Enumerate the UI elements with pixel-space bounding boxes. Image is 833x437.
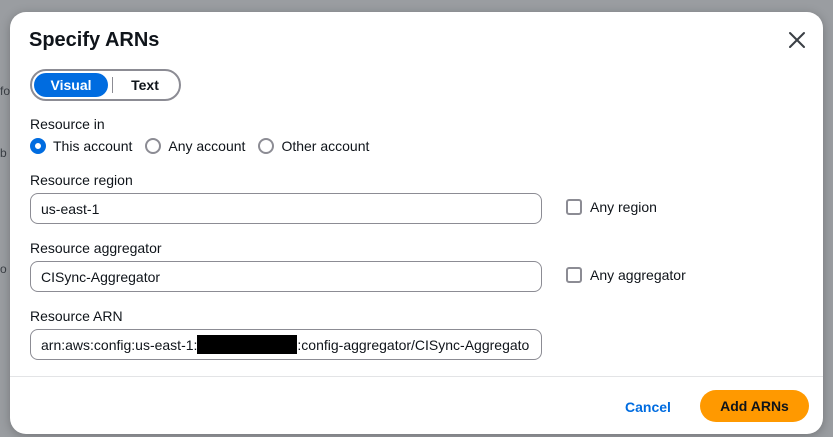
background-fragment: o bbox=[0, 262, 7, 276]
radio-button[interactable] bbox=[145, 138, 162, 154]
arn-suffix: :config-aggregator/CISync-Aggregato bbox=[297, 336, 530, 353]
resource-aggregator-label: Resource aggregator bbox=[30, 240, 162, 256]
specify-arns-dialog: Specify ARNs Visual Text Resource in Thi… bbox=[10, 12, 823, 434]
radio-label: Other account bbox=[281, 138, 370, 154]
dialog-title: Specify ARNs bbox=[29, 29, 160, 51]
cancel-button[interactable]: Cancel bbox=[616, 391, 680, 423]
resource-arn-input[interactable]: arn:aws:config:us-east-1: :config-aggrega… bbox=[30, 329, 542, 360]
resource-in-radio-group: This account Any account Other account bbox=[30, 138, 382, 154]
checkbox-label: Any region bbox=[590, 199, 657, 215]
resource-region-label: Resource region bbox=[30, 172, 133, 188]
resource-arn-label: Resource ARN bbox=[30, 308, 123, 324]
checkbox-label: Any aggregator bbox=[590, 267, 686, 283]
mode-text-button[interactable]: Text bbox=[113, 73, 177, 97]
add-arns-button[interactable]: Add ARNs bbox=[700, 390, 809, 422]
resource-in-label: Resource in bbox=[30, 116, 105, 132]
mode-visual-button[interactable]: Visual bbox=[34, 73, 108, 97]
radio-other-account[interactable]: Other account bbox=[258, 138, 369, 154]
any-aggregator-checkbox[interactable]: Any aggregator bbox=[566, 267, 686, 283]
close-button[interactable] bbox=[784, 27, 810, 53]
resource-aggregator-input[interactable]: CISync-Aggregator bbox=[30, 261, 542, 292]
resource-region-input[interactable]: us-east-1 bbox=[30, 193, 542, 224]
radio-label: Any account bbox=[168, 138, 246, 154]
radio-any-account[interactable]: Any account bbox=[145, 138, 245, 154]
radio-button-checked[interactable] bbox=[30, 138, 46, 154]
footer-divider bbox=[10, 376, 823, 377]
close-icon bbox=[789, 32, 805, 48]
radio-button[interactable] bbox=[258, 138, 275, 154]
radio-this-account[interactable]: This account bbox=[30, 138, 132, 154]
background-fragment: b bbox=[0, 146, 7, 160]
any-region-checkbox[interactable]: Any region bbox=[566, 199, 657, 215]
arn-prefix: arn:aws:config:us-east-1: bbox=[41, 336, 198, 353]
background-fragment: fo bbox=[0, 84, 11, 98]
checkbox[interactable] bbox=[566, 199, 582, 215]
radio-label: This account bbox=[53, 138, 133, 154]
checkbox[interactable] bbox=[566, 267, 582, 283]
mode-segmented-control: Visual Text bbox=[30, 69, 181, 101]
redacted-account-id bbox=[197, 335, 298, 354]
